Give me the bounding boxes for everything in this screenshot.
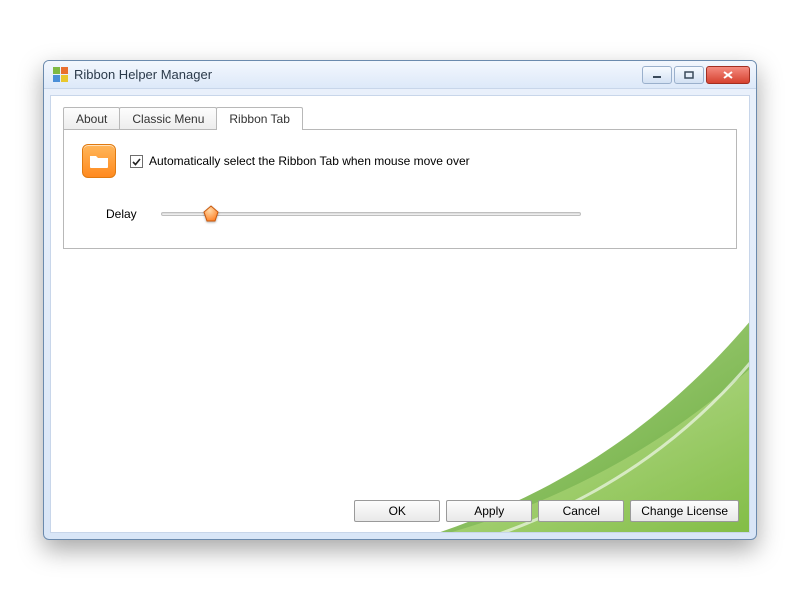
slider-thumb[interactable]	[203, 205, 219, 223]
decorative-swoosh	[229, 212, 750, 533]
slider-track	[161, 212, 581, 216]
tab-about[interactable]: About	[63, 107, 120, 130]
tab-classic-menu[interactable]: Classic Menu	[119, 107, 217, 130]
app-icon	[52, 67, 68, 83]
close-icon	[722, 70, 734, 80]
minimize-button[interactable]	[642, 66, 672, 84]
delay-slider[interactable]	[161, 204, 581, 224]
ok-button[interactable]: OK	[354, 500, 440, 522]
titlebar[interactable]: Ribbon Helper Manager	[44, 61, 756, 89]
apply-button[interactable]: Apply	[446, 500, 532, 522]
folder-icon	[82, 144, 116, 178]
checkmark-icon	[131, 156, 142, 167]
client-area: About Classic Menu Ribbon Tab Autom	[50, 95, 750, 533]
tabpage-ribbon-tab: Automatically select the Ribbon Tab when…	[63, 129, 737, 249]
close-button[interactable]	[706, 66, 750, 84]
auto-select-row: Automatically select the Ribbon Tab when…	[82, 144, 718, 178]
window-controls	[642, 66, 750, 84]
auto-select-checkbox-row: Automatically select the Ribbon Tab when…	[130, 154, 470, 168]
dialog-button-row: OK Apply Cancel Change License	[51, 492, 749, 532]
maximize-icon	[684, 71, 694, 79]
window-title: Ribbon Helper Manager	[74, 67, 642, 82]
auto-select-label: Automatically select the Ribbon Tab when…	[149, 154, 470, 168]
auto-select-checkbox[interactable]	[130, 155, 143, 168]
cancel-button[interactable]: Cancel	[538, 500, 624, 522]
app-window: Ribbon Helper Manager	[43, 60, 757, 540]
tab-strip: About Classic Menu Ribbon Tab	[51, 96, 749, 129]
tab-ribbon-tab[interactable]: Ribbon Tab	[216, 107, 303, 130]
change-license-button[interactable]: Change License	[630, 500, 739, 522]
maximize-button[interactable]	[674, 66, 704, 84]
delay-label: Delay	[106, 207, 137, 221]
minimize-icon	[652, 71, 662, 79]
delay-row: Delay	[82, 198, 718, 234]
